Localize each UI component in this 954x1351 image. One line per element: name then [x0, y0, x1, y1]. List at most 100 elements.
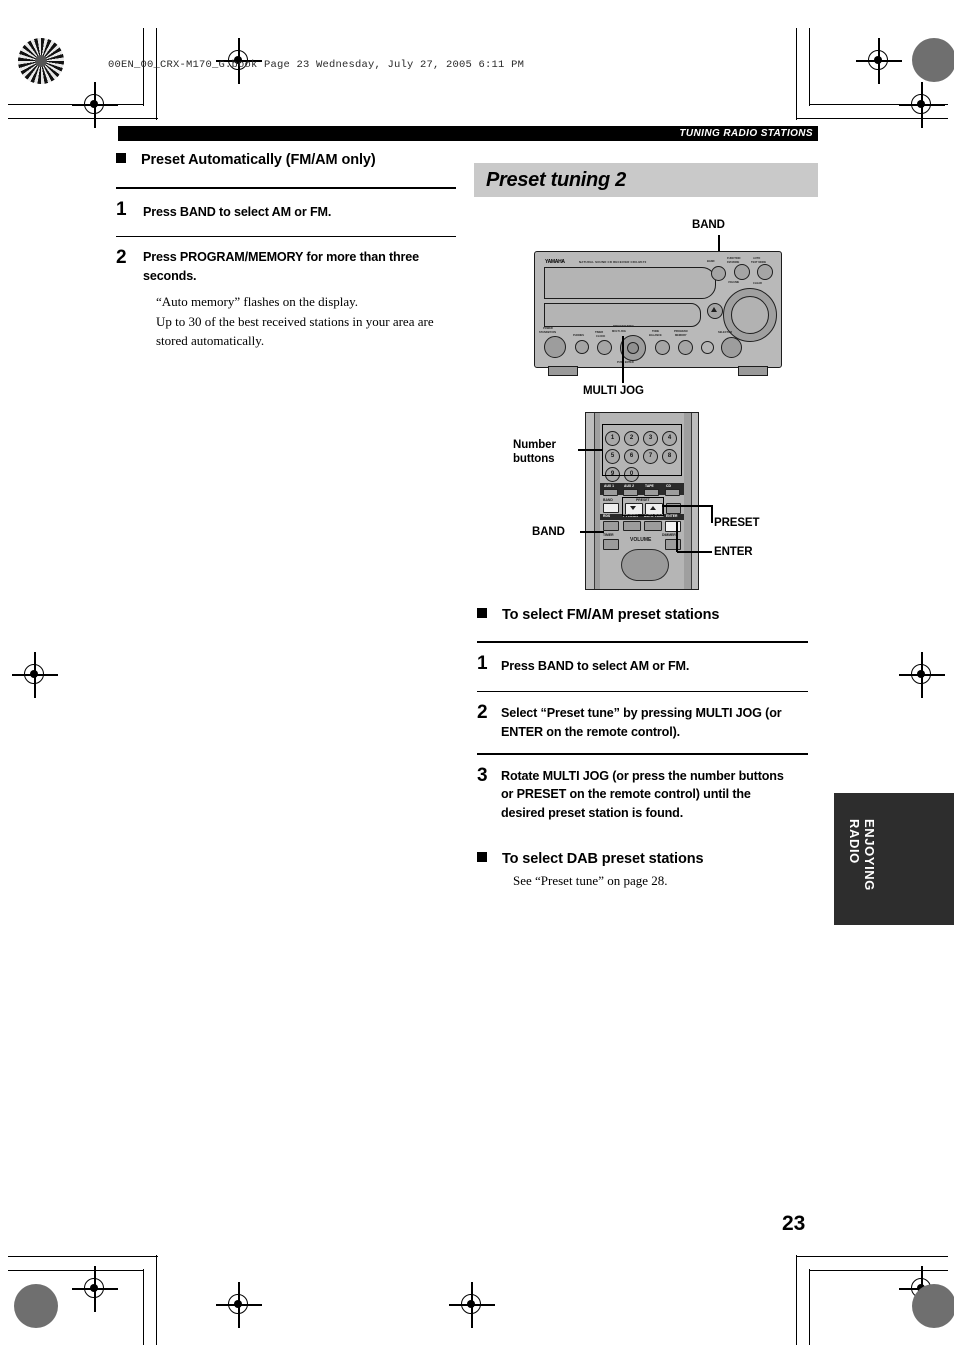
step-number: 1 [116, 198, 127, 220]
unit-disc-tray [544, 303, 701, 327]
label-selector: SELECTOR [718, 331, 733, 334]
step-text: Press BAND to select AM or FM. [143, 204, 332, 219]
multi-jog-center [627, 342, 639, 354]
running-head-label: TUNING RADIO STATIONS [679, 128, 813, 139]
callout-enter: ENTER [714, 546, 753, 558]
remote-label-aux2: AUX 2 [624, 484, 634, 488]
unit-foot [548, 366, 578, 376]
figure-remote-control: 1 2 3 4 5 6 7 8 9 0 AUX 1 AUX 2 TAPE CD … [470, 404, 818, 594]
label-multi-jog-top: MULTI JOG [612, 330, 626, 333]
density-dot-mark [912, 38, 954, 82]
remote-button-pty-eon[interactable] [623, 521, 641, 531]
remote-label-band: BAND [603, 498, 613, 502]
step-number: 3 [477, 764, 488, 786]
step-item: 3 Rotate MULTI JOG (or press the number … [477, 766, 819, 828]
callout-number-buttons: Number buttons [513, 439, 556, 466]
label-clear: CLEAR [753, 282, 762, 285]
label-function: FUNCTION [727, 257, 741, 260]
density-dot-mark [14, 1284, 58, 1328]
page-number: 23 [782, 1212, 806, 1235]
remote-button-aux1[interactable] [603, 489, 618, 496]
step-note: “Auto memory” flashes on the display. [156, 294, 359, 310]
label-push-enter: PUSH ENTER [617, 361, 634, 364]
remote-button-cd[interactable] [665, 489, 680, 496]
remote-button-rds[interactable] [603, 521, 619, 531]
label-power: POWER [543, 327, 553, 330]
remote-label-aux1: AUX 1 [604, 484, 614, 488]
divider [477, 690, 808, 693]
input-selector-knob [721, 337, 742, 358]
remote-button-auto-tune[interactable] [644, 521, 662, 531]
remote-label-rds: RDS [603, 514, 611, 518]
registration-mark [72, 82, 118, 128]
function-fm-mode-button [734, 264, 750, 280]
remote-button-tape[interactable] [644, 489, 659, 496]
remote-label-dimmer: DIMMER [662, 533, 676, 537]
registration-mark [449, 1282, 495, 1328]
remote-button-band[interactable] [603, 503, 619, 513]
label-preset-tuning: PRESET/TUNING [613, 325, 635, 328]
callout-band-remote: BAND [532, 526, 565, 538]
tone-balance-button [655, 340, 670, 355]
heading-dab-preset: To select DAB preset stations [477, 851, 819, 867]
remote-button-enter[interactable] [665, 521, 681, 532]
heading-label: To select DAB preset stations [501, 851, 704, 867]
label-fm-mode: FM MODE [727, 261, 740, 264]
step-number: 2 [477, 702, 488, 724]
remote-label-timer: TIMER [603, 533, 614, 537]
heading-label: To select FM/AM preset stations [501, 607, 720, 623]
remote-button-timer[interactable] [603, 539, 619, 550]
dab-note: See “Preset tune” on page 28. [513, 873, 668, 888]
remote-button-aux2[interactable] [623, 489, 638, 496]
side-tab-label: ENJOYING RADIO [846, 819, 877, 891]
registration-mark [856, 38, 902, 84]
unit-foot [738, 366, 768, 376]
square-bullet-icon [477, 608, 487, 618]
step-text: Press PROGRAM/MEMORY for more than three… [143, 250, 420, 283]
crop-line [809, 28, 811, 106]
auto-text-mode-button [757, 264, 773, 280]
remote-label-volume: VOLUME [630, 537, 652, 543]
volume-dial-inner [731, 296, 769, 334]
label-tone: TONE [652, 330, 660, 333]
divider [477, 753, 808, 755]
label-memory: MEMORY [675, 334, 687, 337]
crop-line [143, 1269, 145, 1345]
running-head-bar: TUNING RADIO STATIONS [118, 126, 818, 141]
yamaha-logo: YAMAHA [545, 259, 565, 265]
remote-button-dimmer[interactable] [665, 539, 681, 550]
step-text: Press BAND to select AM or FM. [501, 658, 690, 673]
registration-mark [899, 652, 945, 698]
unit-display [544, 267, 716, 299]
crop-line [156, 28, 158, 120]
receiver-chassis: YAMAHA NATURAL SOUND CD RECEIVER CRX-M17… [534, 251, 782, 368]
registration-mark [12, 652, 58, 698]
crop-line [8, 1256, 158, 1258]
remote-volume-wheel[interactable] [621, 549, 669, 581]
unit-model-line: NATURAL SOUND CD RECEIVER CRX-M170 [579, 260, 647, 264]
remote-label-tape: TAPE [645, 484, 654, 488]
section-banner-preset-tuning-2: Preset tuning 2 [474, 163, 818, 197]
label-program: PROGRAM [674, 330, 688, 333]
divider [116, 235, 456, 238]
density-dot-mark [912, 1284, 954, 1328]
divider [477, 641, 808, 643]
step-item: 2 Select “Preset tune” by pressing MULTI… [477, 703, 819, 745]
callout-band-unit: BAND [692, 219, 725, 231]
remote-label-enter: ENTER [666, 514, 678, 518]
label-band: BAND [707, 260, 715, 263]
section-dab-preset: To select DAB preset stations See “Prese… [477, 851, 819, 891]
crop-line [8, 1270, 144, 1272]
callout-preset: PRESET [714, 517, 760, 529]
label-auto: AUTO [753, 257, 761, 260]
label-timer: TIMER [595, 331, 604, 334]
star-target-mark [18, 38, 64, 84]
phones-jack [575, 340, 589, 354]
step-note: Up to 30 of the best received stations i… [156, 313, 434, 349]
square-bullet-icon [477, 852, 487, 862]
highlight-box-number-buttons [602, 424, 682, 476]
power-standby-knob [544, 336, 566, 358]
side-tab-enjoying-radio: ENJOYING RADIO [834, 793, 954, 925]
leader-line [711, 505, 713, 523]
step-item: 1 Press BAND to select AM or FM. [477, 654, 819, 678]
